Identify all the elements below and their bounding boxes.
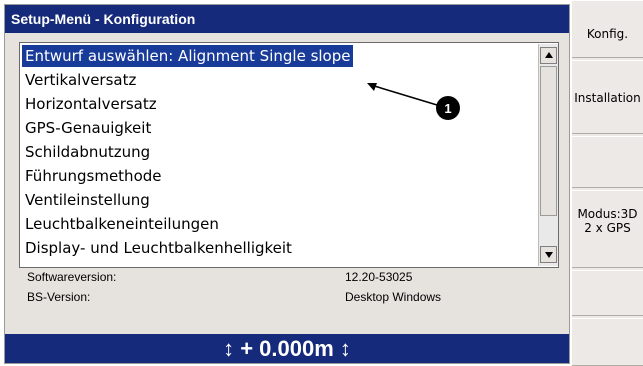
screen: Setup-Menü - Konfiguration Entwurf auswä… bbox=[0, 0, 643, 366]
setup-menu-list[interactable]: Entwurf auswählen: Alignment Single slop… bbox=[19, 42, 559, 268]
software-version-value: 12.20-53025 bbox=[345, 270, 413, 284]
installation-button[interactable]: Installation bbox=[572, 60, 643, 134]
arrow-up-icon bbox=[545, 52, 553, 58]
arrowhead-icon bbox=[367, 83, 377, 91]
list-item-horizontalversatz[interactable]: Horizontalversatz bbox=[22, 93, 160, 115]
scroll-down-button[interactable] bbox=[540, 246, 557, 263]
software-version-label: Softwareversion: bbox=[27, 270, 117, 284]
konfig-button-label: Konfig. bbox=[586, 27, 629, 41]
list-item-vertikalversatz[interactable]: Vertikalversatz bbox=[22, 69, 139, 91]
os-version-label: BS-Version: bbox=[27, 290, 91, 304]
arrow-down-icon bbox=[545, 252, 553, 258]
softkey-panel: Konfig. Installation Modus:3D 2 x GPS bbox=[572, 0, 643, 366]
scroll-up-button[interactable] bbox=[540, 47, 557, 64]
window-title: Setup-Menü - Konfiguration bbox=[5, 5, 569, 33]
modus-button[interactable]: Modus:3D 2 x GPS bbox=[572, 190, 643, 268]
scroll-thumb[interactable] bbox=[540, 66, 557, 216]
list-item-gps-genauigkeit[interactable]: GPS-Genauigkeit bbox=[22, 117, 154, 139]
konfig-button[interactable]: Konfig. bbox=[572, 0, 643, 58]
modus-button-line1: Modus:3D bbox=[577, 207, 638, 221]
list-scrollbar[interactable] bbox=[538, 44, 558, 266]
callout-line bbox=[370, 84, 438, 106]
modus-button-line2: 2 x GPS bbox=[584, 221, 631, 235]
list-item-helligkeit[interactable]: Display- und Leuchtbalkenhelligkeit bbox=[22, 237, 295, 259]
list-item-fuehrungsmethode[interactable]: Führungsmethode bbox=[22, 165, 165, 187]
os-version-value: Desktop Windows bbox=[345, 290, 442, 304]
empty-softkey-2[interactable] bbox=[572, 270, 643, 316]
list-item-entwurf[interactable]: Entwurf auswählen: Alignment Single slop… bbox=[22, 45, 354, 67]
callout-number: 1 bbox=[444, 101, 451, 116]
list-item-schildabnutzung[interactable]: Schildabnutzung bbox=[22, 141, 153, 163]
list-item-leuchtbalkeneinteilungen[interactable]: Leuchtbalkeneinteilungen bbox=[22, 213, 222, 235]
list-item-ventileinstellung[interactable]: Ventileinstellung bbox=[22, 189, 153, 211]
empty-softkey-3[interactable] bbox=[572, 318, 643, 366]
offset-readout: ↕ + 0.000m ↕ bbox=[5, 334, 569, 363]
main-panel: Setup-Menü - Konfiguration Entwurf auswä… bbox=[4, 4, 570, 364]
callout-arrow: 1 bbox=[367, 83, 460, 120]
installation-button-label: Installation bbox=[574, 91, 641, 105]
empty-softkey-1[interactable] bbox=[572, 136, 643, 188]
